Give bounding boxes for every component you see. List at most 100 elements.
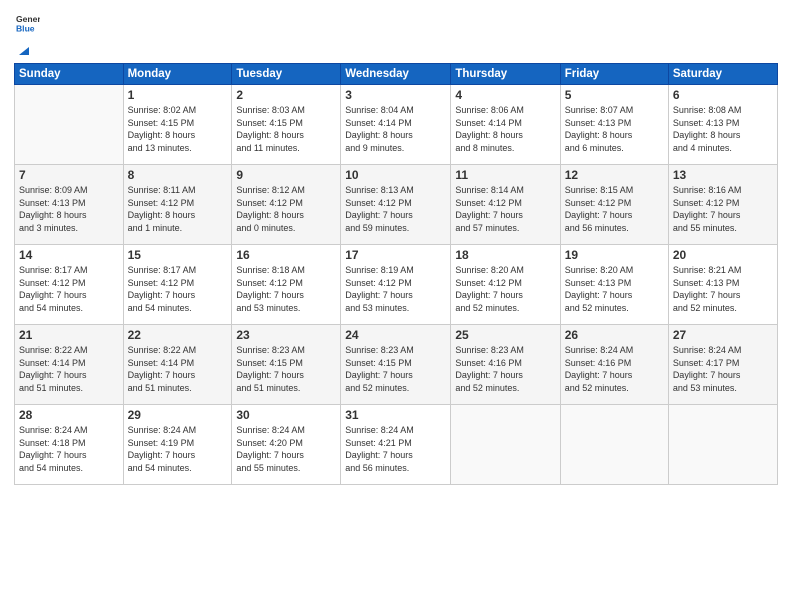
calendar-cell: 10 Sunrise: 8:13 AM Sunset: 4:12 PM Dayli… — [341, 165, 451, 245]
calendar-cell — [451, 405, 560, 485]
day-info: Sunrise: 8:23 AM Sunset: 4:15 PM Dayligh… — [236, 344, 336, 394]
day-number: 11 — [455, 168, 555, 182]
day-number: 6 — [673, 88, 773, 102]
day-number: 18 — [455, 248, 555, 262]
calendar-cell: 19 Sunrise: 8:20 AM Sunset: 4:13 PM Dayli… — [560, 245, 668, 325]
day-number: 25 — [455, 328, 555, 342]
day-info: Sunrise: 8:13 AM Sunset: 4:12 PM Dayligh… — [345, 184, 446, 234]
weekday-header-monday: Monday — [123, 64, 232, 85]
calendar-week-row: 21 Sunrise: 8:22 AM Sunset: 4:14 PM Dayli… — [15, 325, 778, 405]
weekday-header-wednesday: Wednesday — [341, 64, 451, 85]
day-number: 10 — [345, 168, 446, 182]
day-info: Sunrise: 8:11 AM Sunset: 4:12 PM Dayligh… — [128, 184, 228, 234]
calendar-cell — [15, 85, 124, 165]
day-info: Sunrise: 8:16 AM Sunset: 4:12 PM Dayligh… — [673, 184, 773, 234]
calendar-cell: 9 Sunrise: 8:12 AM Sunset: 4:12 PM Daylig… — [232, 165, 341, 245]
day-number: 8 — [128, 168, 228, 182]
day-number: 1 — [128, 88, 228, 102]
weekday-header-friday: Friday — [560, 64, 668, 85]
day-number: 16 — [236, 248, 336, 262]
day-info: Sunrise: 8:24 AM Sunset: 4:18 PM Dayligh… — [19, 424, 119, 474]
day-number: 20 — [673, 248, 773, 262]
day-number: 22 — [128, 328, 228, 342]
day-number: 9 — [236, 168, 336, 182]
calendar-cell: 31 Sunrise: 8:24 AM Sunset: 4:21 PM Dayli… — [341, 405, 451, 485]
calendar-cell: 24 Sunrise: 8:23 AM Sunset: 4:15 PM Dayli… — [341, 325, 451, 405]
weekday-header-saturday: Saturday — [668, 64, 777, 85]
day-info: Sunrise: 8:24 AM Sunset: 4:20 PM Dayligh… — [236, 424, 336, 474]
day-number: 15 — [128, 248, 228, 262]
calendar-cell: 14Sunrise: 8:17 AM Sunset: 4:12 PM Dayli… — [15, 245, 124, 325]
day-info: Sunrise: 8:09 AM Sunset: 4:13 PM Dayligh… — [19, 184, 119, 234]
calendar-cell: 6Sunrise: 8:08 AM Sunset: 4:13 PM Daylig… — [668, 85, 777, 165]
day-info: Sunrise: 8:14 AM Sunset: 4:12 PM Dayligh… — [455, 184, 555, 234]
calendar-cell: 18Sunrise: 8:20 AM Sunset: 4:12 PM Dayli… — [451, 245, 560, 325]
day-number: 3 — [345, 88, 446, 102]
calendar-cell: 2 Sunrise: 8:03 AM Sunset: 4:15 PM Daylig… — [232, 85, 341, 165]
calendar-cell: 8 Sunrise: 8:11 AM Sunset: 4:12 PM Daylig… — [123, 165, 232, 245]
day-info: Sunrise: 8:04 AM Sunset: 4:14 PM Dayligh… — [345, 104, 446, 154]
logo-icon: General Blue — [16, 10, 40, 34]
calendar-cell: 28Sunrise: 8:24 AM Sunset: 4:18 PM Dayli… — [15, 405, 124, 485]
calendar-cell: 11 Sunrise: 8:14 AM Sunset: 4:12 PM Dayli… — [451, 165, 560, 245]
day-number: 13 — [673, 168, 773, 182]
calendar-week-row: 28Sunrise: 8:24 AM Sunset: 4:18 PM Dayli… — [15, 405, 778, 485]
calendar-week-row: 7Sunrise: 8:09 AM Sunset: 4:13 PM Daylig… — [15, 165, 778, 245]
calendar-cell: 30Sunrise: 8:24 AM Sunset: 4:20 PM Dayli… — [232, 405, 341, 485]
day-number: 17 — [345, 248, 446, 262]
logo: General Blue — [14, 10, 40, 57]
calendar-cell: 21 Sunrise: 8:22 AM Sunset: 4:14 PM Dayli… — [15, 325, 124, 405]
day-info: Sunrise: 8:23 AM Sunset: 4:16 PM Dayligh… — [455, 344, 555, 394]
day-number: 31 — [345, 408, 446, 422]
day-number: 19 — [565, 248, 664, 262]
calendar-cell: 27 Sunrise: 8:24 AM Sunset: 4:17 PM Dayli… — [668, 325, 777, 405]
day-info: Sunrise: 8:21 AM Sunset: 4:13 PM Dayligh… — [673, 264, 773, 314]
calendar-cell — [668, 405, 777, 485]
day-info: Sunrise: 8:20 AM Sunset: 4:13 PM Dayligh… — [565, 264, 664, 314]
day-number: 12 — [565, 168, 664, 182]
day-number: 5 — [565, 88, 664, 102]
calendar-cell: 23Sunrise: 8:23 AM Sunset: 4:15 PM Dayli… — [232, 325, 341, 405]
calendar-cell: 7Sunrise: 8:09 AM Sunset: 4:13 PM Daylig… — [15, 165, 124, 245]
day-info: Sunrise: 8:23 AM Sunset: 4:15 PM Dayligh… — [345, 344, 446, 394]
calendar-week-row: 1 Sunrise: 8:02 AM Sunset: 4:15 PM Daylig… — [15, 85, 778, 165]
calendar-cell — [560, 405, 668, 485]
calendar-cell: 1 Sunrise: 8:02 AM Sunset: 4:15 PM Daylig… — [123, 85, 232, 165]
day-number: 2 — [236, 88, 336, 102]
calendar-header-row: SundayMondayTuesdayWednesdayThursdayFrid… — [15, 64, 778, 85]
day-info: Sunrise: 8:02 AM Sunset: 4:15 PM Dayligh… — [128, 104, 228, 154]
day-info: Sunrise: 8:17 AM Sunset: 4:12 PM Dayligh… — [19, 264, 119, 314]
calendar-cell: 5 Sunrise: 8:07 AM Sunset: 4:13 PM Daylig… — [560, 85, 668, 165]
calendar-cell: 26Sunrise: 8:24 AM Sunset: 4:16 PM Dayli… — [560, 325, 668, 405]
day-info: Sunrise: 8:06 AM Sunset: 4:14 PM Dayligh… — [455, 104, 555, 154]
day-info: Sunrise: 8:12 AM Sunset: 4:12 PM Dayligh… — [236, 184, 336, 234]
page-header: General Blue — [14, 10, 778, 57]
calendar-cell: 20 Sunrise: 8:21 AM Sunset: 4:13 PM Dayli… — [668, 245, 777, 325]
day-info: Sunrise: 8:17 AM Sunset: 4:12 PM Dayligh… — [128, 264, 228, 314]
day-info: Sunrise: 8:22 AM Sunset: 4:14 PM Dayligh… — [19, 344, 119, 394]
day-number: 27 — [673, 328, 773, 342]
svg-text:Blue: Blue — [16, 23, 35, 33]
calendar-table: SundayMondayTuesdayWednesdayThursdayFrid… — [14, 63, 778, 485]
weekday-header-tuesday: Tuesday — [232, 64, 341, 85]
calendar-cell: 29Sunrise: 8:24 AM Sunset: 4:19 PM Dayli… — [123, 405, 232, 485]
calendar-cell: 12 Sunrise: 8:15 AM Sunset: 4:12 PM Dayli… — [560, 165, 668, 245]
day-number: 29 — [128, 408, 228, 422]
day-info: Sunrise: 8:24 AM Sunset: 4:17 PM Dayligh… — [673, 344, 773, 394]
calendar-cell: 15 Sunrise: 8:17 AM Sunset: 4:12 PM Dayli… — [123, 245, 232, 325]
day-info: Sunrise: 8:07 AM Sunset: 4:13 PM Dayligh… — [565, 104, 664, 154]
logo-triangle-icon — [15, 39, 33, 57]
day-info: Sunrise: 8:24 AM Sunset: 4:21 PM Dayligh… — [345, 424, 446, 474]
calendar-cell: 22 Sunrise: 8:22 AM Sunset: 4:14 PM Dayli… — [123, 325, 232, 405]
day-info: Sunrise: 8:22 AM Sunset: 4:14 PM Dayligh… — [128, 344, 228, 394]
day-info: Sunrise: 8:03 AM Sunset: 4:15 PM Dayligh… — [236, 104, 336, 154]
calendar-week-row: 14Sunrise: 8:17 AM Sunset: 4:12 PM Dayli… — [15, 245, 778, 325]
day-info: Sunrise: 8:18 AM Sunset: 4:12 PM Dayligh… — [236, 264, 336, 314]
day-info: Sunrise: 8:24 AM Sunset: 4:16 PM Dayligh… — [565, 344, 664, 394]
day-number: 21 — [19, 328, 119, 342]
day-info: Sunrise: 8:19 AM Sunset: 4:12 PM Dayligh… — [345, 264, 446, 314]
calendar-cell: 4Sunrise: 8:06 AM Sunset: 4:14 PM Daylig… — [451, 85, 560, 165]
day-number: 24 — [345, 328, 446, 342]
calendar-cell: 13 Sunrise: 8:16 AM Sunset: 4:12 PM Dayli… — [668, 165, 777, 245]
day-info: Sunrise: 8:15 AM Sunset: 4:12 PM Dayligh… — [565, 184, 664, 234]
